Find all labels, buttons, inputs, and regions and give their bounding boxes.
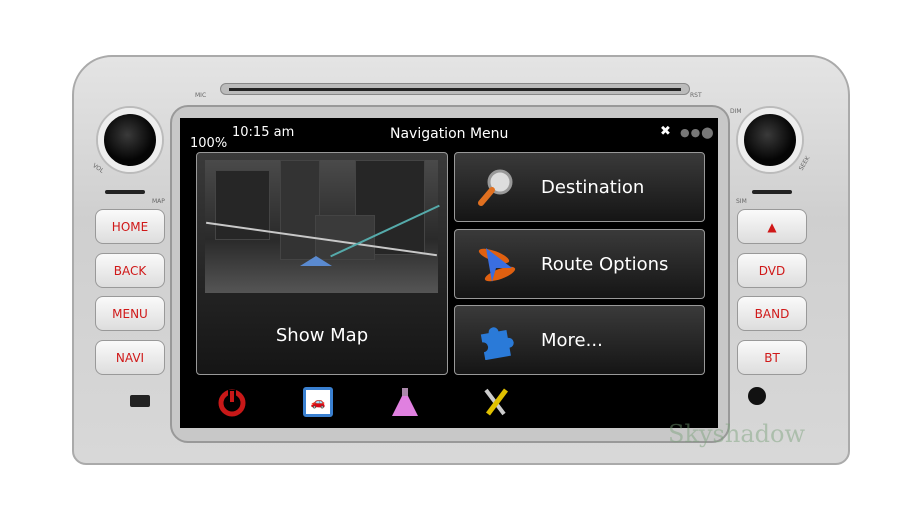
rst-label: RST: [690, 92, 702, 99]
traffic-icon[interactable]: 🚗: [300, 385, 336, 419]
mic-label: MIC: [195, 92, 207, 99]
dvd-button[interactable]: DVD: [737, 253, 807, 288]
more-label: More...: [541, 329, 603, 351]
map-preview: [205, 160, 440, 293]
position-arrow-icon: [300, 256, 332, 266]
route-options-label: Route Options: [541, 253, 669, 275]
usb-port: [130, 395, 150, 407]
volume-knob[interactable]: [98, 108, 162, 172]
disc-slot: [220, 83, 690, 95]
satellite-icon: ✖: [660, 124, 671, 139]
route-options-button[interactable]: Route Options: [454, 229, 705, 299]
home-button[interactable]: HOME: [95, 209, 165, 244]
puzzle-icon: [473, 317, 519, 363]
magnifier-icon: [473, 164, 519, 210]
destination-label: Destination: [541, 176, 645, 198]
sd-slot-sim: [752, 190, 792, 194]
map-label: MAP: [152, 198, 165, 205]
show-map-label: Show Map: [275, 325, 369, 346]
back-button[interactable]: BACK: [95, 253, 165, 288]
sim-label: SIM: [736, 198, 747, 205]
clock: 10:15 am: [232, 125, 295, 140]
route-arrow-icon: [473, 241, 519, 287]
band-button[interactable]: BAND: [737, 296, 807, 331]
sd-slot-map: [105, 190, 145, 194]
menu-button[interactable]: MENU: [95, 296, 165, 331]
power-icon[interactable]: [214, 385, 250, 419]
eject-button[interactable]: ▲: [737, 209, 807, 244]
flask-icon[interactable]: [387, 385, 423, 419]
ir-sensor: [748, 387, 766, 405]
more-button[interactable]: More...: [454, 305, 705, 375]
gps-signal-dots: ●●⬤: [680, 126, 715, 139]
tools-icon[interactable]: [477, 385, 513, 419]
eject-icon: ▲: [767, 219, 777, 234]
watermark: Skyshadow: [668, 420, 805, 448]
navi-button[interactable]: NAVI: [95, 340, 165, 375]
seek-knob[interactable]: [738, 108, 802, 172]
destination-button[interactable]: Destination: [454, 152, 705, 222]
battery-level: 100%: [190, 136, 228, 151]
screen-title: Navigation Menu: [390, 126, 509, 142]
bt-button[interactable]: BT: [737, 340, 807, 375]
dim-label: DIM: [730, 108, 742, 115]
